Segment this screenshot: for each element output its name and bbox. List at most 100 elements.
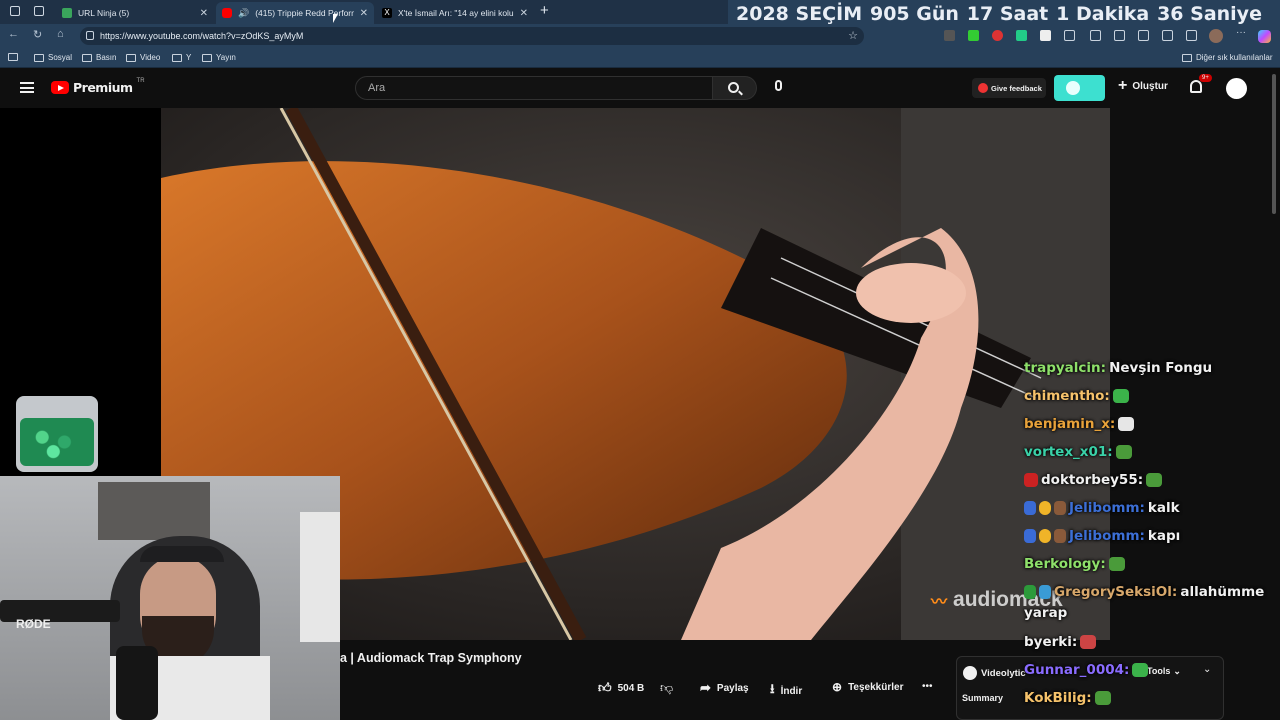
download-button[interactable]: ⭳ İndir — [770, 680, 802, 702]
other-bookmarks[interactable]: Diğer sık kullanılanlar — [1182, 53, 1272, 62]
page-scrollbar[interactable] — [1270, 70, 1278, 720]
mouse-cursor-icon — [333, 14, 338, 23]
bookmark-label: Y — [186, 53, 192, 62]
countdown-hours-unit: Saat — [999, 3, 1049, 25]
countdown-seconds-unit: Saniye — [1190, 3, 1262, 25]
bookmark-label: Basın — [96, 53, 117, 62]
bookmark-label: Video — [140, 53, 161, 62]
workspaces-icon[interactable] — [10, 6, 20, 16]
like-button[interactable]: 👍︎ 504 B — [598, 680, 644, 696]
back-icon[interactable]: ← — [8, 28, 19, 40]
extension-icon[interactable] — [1040, 30, 1051, 41]
speaker-icon[interactable]: 🔊 — [238, 8, 249, 19]
youtube-favicon — [222, 8, 232, 18]
extension-icon[interactable] — [968, 30, 979, 41]
tab-title: X'te İsmail Arı: "14 ay elini kolu sa — [398, 8, 514, 18]
stream-chat-overlay: trapyalcin: Nevşin Fongu chimentho: benj… — [1024, 356, 1280, 720]
home-icon[interactable]: ⌂ — [57, 28, 64, 40]
scrollbar-thumb[interactable] — [1272, 74, 1276, 214]
chat-username: GregorySeksiOl: — [1054, 584, 1178, 600]
search-placeholder: Ara — [368, 82, 386, 94]
summary-tab[interactable]: Summary — [962, 693, 1003, 703]
countdown-minutes: 1 — [1056, 3, 1070, 25]
chat-message: byerki: — [1024, 634, 1097, 650]
tab-actions-icon[interactable] — [34, 6, 44, 16]
screenshot-icon[interactable] — [1186, 30, 1197, 41]
url-field[interactable]: https://www.youtube.com/watch?v=zOdKS_ay… — [80, 27, 864, 45]
extension-icon[interactable] — [944, 30, 955, 41]
bookmark-folder-y[interactable]: Y — [172, 53, 191, 62]
video-title: a | Audiomack Trap Symphony — [340, 651, 522, 665]
share-button[interactable]: ➦ Paylaş — [700, 680, 749, 696]
webcam-overlay: RØDE — [0, 476, 340, 720]
extension-icon[interactable] — [992, 30, 1003, 41]
chat-text: allahümme — [1180, 584, 1265, 600]
folder-icon — [1182, 53, 1192, 62]
feather-emote-icon — [1118, 417, 1135, 431]
reading-list-icon[interactable] — [8, 53, 18, 61]
badge-icon — [1024, 473, 1038, 487]
folder-icon — [34, 53, 44, 62]
chat-message: chimentho: — [1024, 388, 1129, 404]
close-tab-icon[interactable]: ✕ — [360, 8, 368, 19]
copilot-icon[interactable] — [1258, 30, 1271, 43]
tab-youtube[interactable]: 🔊 (415) Trippie Redd Performs ✕ — [216, 2, 374, 24]
close-tab-icon[interactable]: ✕ — [200, 8, 208, 19]
tab-x[interactable]: X X'te İsmail Arı: "14 ay elini kolu sa … — [376, 2, 534, 24]
site-info-icon[interactable] — [86, 31, 94, 40]
audiomack-logo-icon: 〰 — [931, 594, 948, 611]
share-label: Paylaş — [716, 682, 749, 694]
thanks-icon: ⊕ — [832, 680, 843, 694]
bookmark-folder-basin[interactable]: Basın — [82, 53, 116, 62]
badge-icon — [1039, 585, 1051, 599]
x-favicon: X — [382, 8, 392, 18]
extensions-icon[interactable] — [1162, 30, 1173, 41]
bookmark-folder-yayin[interactable]: Yayın — [202, 53, 236, 62]
bookmark-folder-sosyal[interactable]: Sosyal — [34, 53, 72, 62]
chat-username: Jelibomm: — [1069, 528, 1145, 544]
thanks-label: Teşekkürler — [848, 681, 904, 693]
microphone-icon[interactable] — [775, 80, 782, 91]
new-tab-button[interactable]: + — [540, 2, 549, 19]
toggle-switch[interactable] — [1054, 75, 1105, 101]
download-icon: ⭳ — [770, 681, 775, 696]
search-button[interactable] — [713, 76, 757, 100]
youtube-premium-logo[interactable]: Premium TR — [51, 78, 145, 95]
badge-icon — [1054, 501, 1066, 515]
thumbs-down-icon[interactable]: 👎︎ — [660, 680, 673, 696]
thanks-button[interactable]: ⊕ Teşekkürler — [832, 680, 903, 694]
close-tab-icon[interactable]: ✕ — [520, 8, 528, 19]
search-input[interactable]: Ara — [355, 76, 713, 100]
bell-icon — [1190, 80, 1202, 93]
plus-icon: + — [1118, 77, 1128, 94]
hamburger-menu-icon[interactable] — [20, 82, 34, 93]
split-screen-icon[interactable] — [1090, 30, 1101, 41]
badge-icon — [1024, 501, 1036, 515]
tab-url-ninja[interactable]: URL Ninja (5) ✕ — [56, 2, 214, 24]
settings-menu-icon[interactable]: ··· — [1236, 27, 1247, 38]
account-avatar[interactable] — [1226, 78, 1247, 99]
chat-text: Nevşin Fongu — [1109, 360, 1213, 376]
extension-icon[interactable] — [1064, 30, 1075, 41]
like-count: 504 B — [617, 682, 645, 694]
profile-avatar[interactable] — [1209, 29, 1223, 43]
more-actions-button[interactable]: ••• — [922, 681, 933, 692]
refresh-icon[interactable]: ↻ — [33, 28, 42, 41]
videolytic-logo-icon — [963, 666, 977, 680]
bookmark-folder-video[interactable]: Video — [126, 53, 160, 62]
give-feedback-button[interactable]: Give feedback — [972, 78, 1046, 98]
create-label: Oluştur — [1132, 80, 1168, 92]
favorites-icon[interactable] — [1114, 30, 1125, 41]
favorite-star-icon[interactable]: ☆ — [848, 27, 858, 45]
chat-text: yarap — [1024, 605, 1068, 621]
badge-icon — [1054, 529, 1066, 543]
create-button[interactable]: + Oluştur — [1118, 77, 1168, 94]
chat-message: Jelibomm: kapı — [1024, 528, 1180, 544]
notifications-button[interactable]: 9+ — [1190, 74, 1212, 93]
extension-icon[interactable] — [1016, 30, 1027, 41]
countdown-hours: 17 — [966, 3, 994, 25]
chat-text: kalk — [1147, 500, 1180, 516]
chat-message: yarap — [1024, 605, 1067, 621]
download-label: İndir — [780, 685, 803, 697]
collections-icon[interactable] — [1138, 30, 1149, 41]
